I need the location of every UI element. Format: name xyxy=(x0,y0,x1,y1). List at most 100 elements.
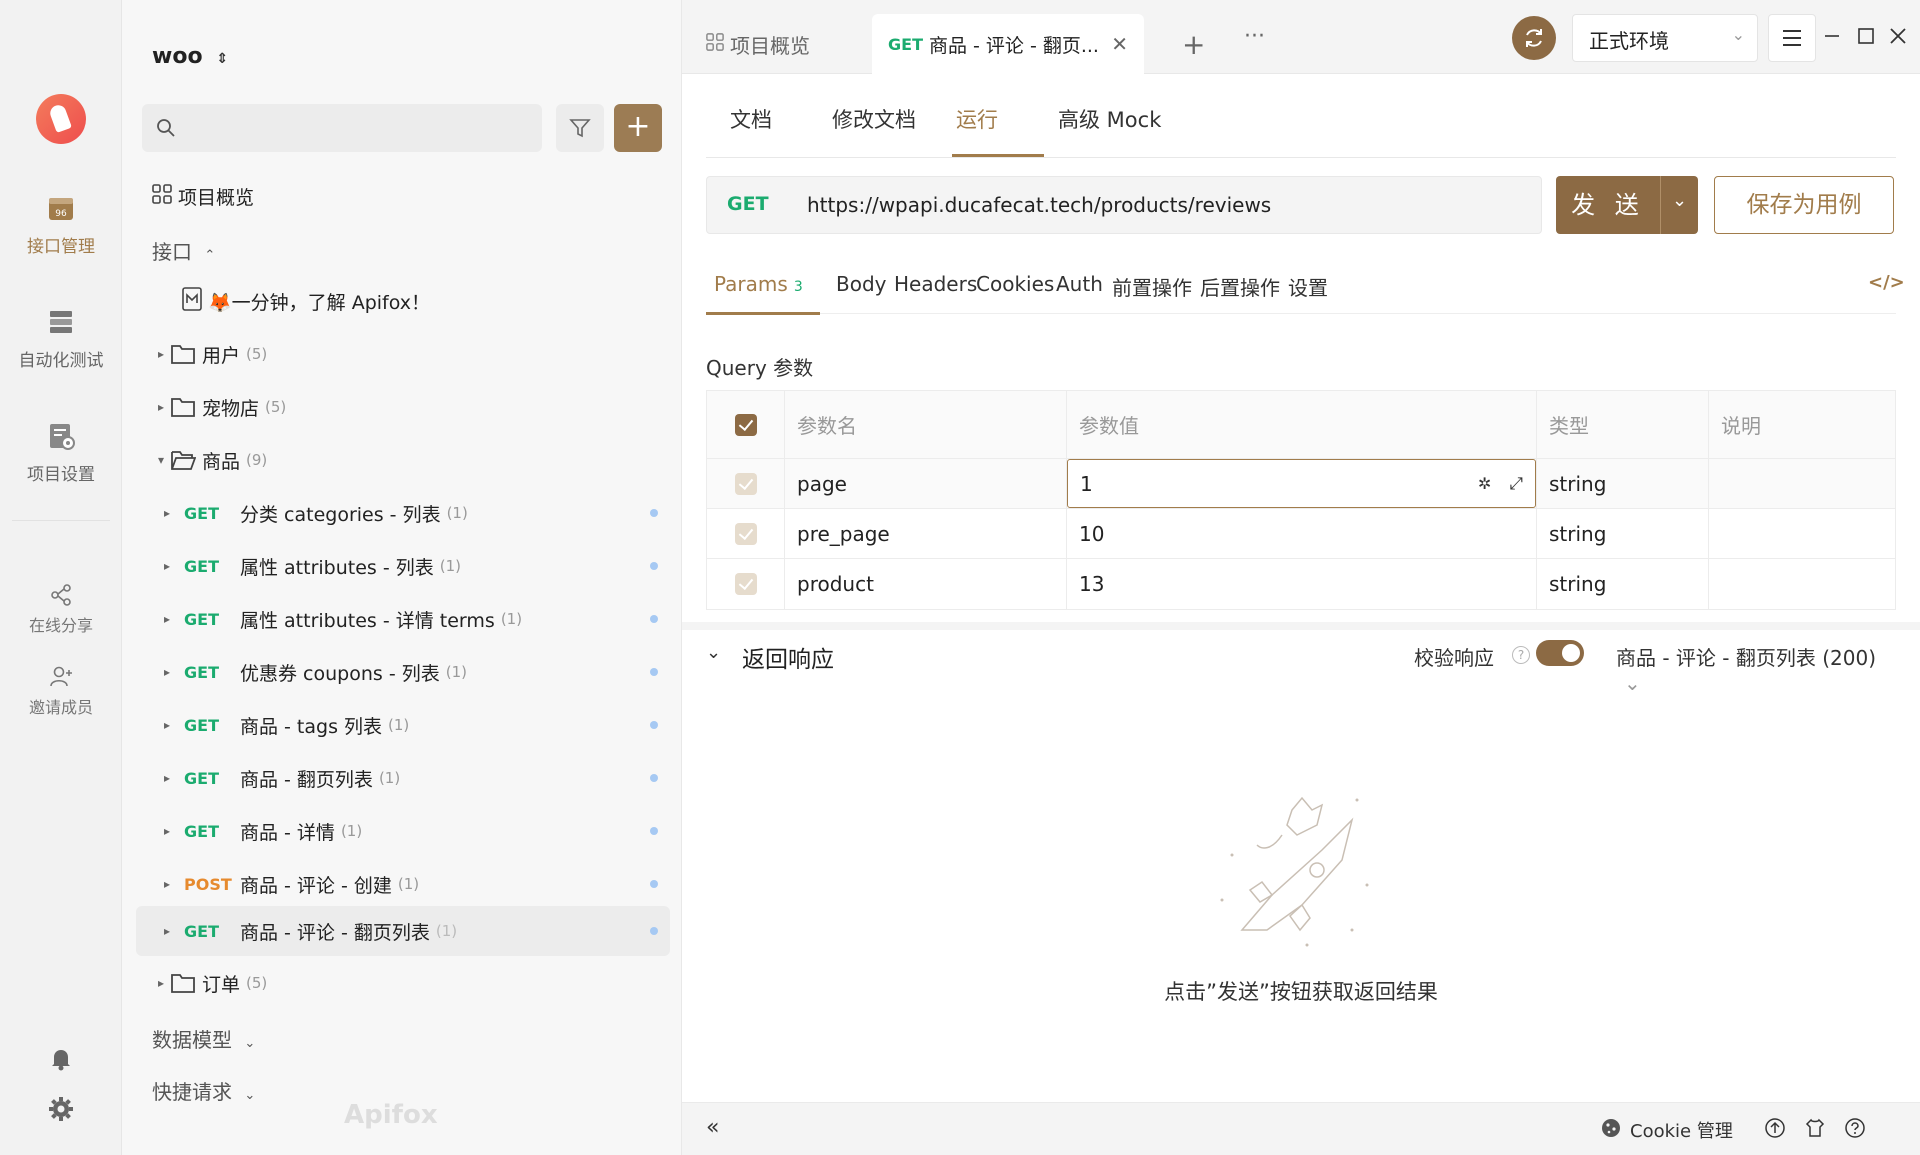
param-name-cell[interactable]: page xyxy=(785,459,1067,508)
more-tabs-button[interactable]: ··· xyxy=(1244,24,1265,49)
ellipsis-icon: ··· xyxy=(1244,24,1265,49)
tab-active-endpoint[interactable]: GET 商品 - 评论 - 翻页... ✕ xyxy=(872,14,1144,74)
save-as-case-button[interactable]: 保存为用例 xyxy=(1714,176,1894,234)
quick-request-section[interactable]: 快捷请求 ⌄ xyxy=(152,1076,255,1105)
tree-endpoint[interactable]: ▸ GET 属性 attributes - 列表 (1) xyxy=(136,542,670,590)
search-input[interactable] xyxy=(142,104,542,152)
chevron-down-icon[interactable]: ⌄ xyxy=(706,642,721,663)
rail-item-automated-testing[interactable]: 自动化测试 xyxy=(0,306,122,371)
param-value-input[interactable]: 1 ✲ ⤢ xyxy=(1067,459,1536,508)
tree-folder-products[interactable]: ▾ 商品 (9) xyxy=(152,436,686,484)
param-desc-cell[interactable] xyxy=(1709,459,1895,508)
upload-icon[interactable] xyxy=(1764,1117,1786,1143)
row-checkbox[interactable] xyxy=(734,472,757,495)
new-tab-button[interactable]: + xyxy=(1182,28,1205,61)
rail-item-project-settings[interactable]: 项目设置 xyxy=(0,420,122,485)
tree-item-overview[interactable]: 项目概览 xyxy=(152,172,686,220)
row-checkbox[interactable] xyxy=(734,522,757,545)
environment-select[interactable]: 正式环境 ⌄ xyxy=(1572,14,1758,62)
cookie-manager-button[interactable]: Cookie 管理 xyxy=(1630,1117,1733,1143)
select-all-checkbox[interactable] xyxy=(734,413,757,436)
tab-post-processors[interactable]: 后置操作 xyxy=(1200,272,1280,301)
tree-endpoint[interactable]: ▸ GET 商品 - tags 列表 (1) xyxy=(136,701,670,749)
share-online-button[interactable]: 在线分享 xyxy=(0,582,122,636)
url-input[interactable]: https://wpapi.ducafecat.tech/products/re… xyxy=(807,193,1271,217)
help-circle-icon[interactable] xyxy=(1844,1117,1866,1143)
tree-endpoint[interactable]: ▸ GET 商品 - 翻页列表 (1) xyxy=(136,754,670,802)
tab-edit-doc[interactable]: 修改文档 xyxy=(832,104,916,134)
section-label: 接口 xyxy=(152,240,192,264)
tab-doc[interactable]: 文档 xyxy=(730,104,772,134)
tab-pre-processors[interactable]: 前置操作 xyxy=(1112,272,1192,301)
rail-item-api-management[interactable]: 96 接口管理 xyxy=(0,192,122,257)
close-icon[interactable]: ✕ xyxy=(1111,32,1128,56)
api-section-header[interactable]: 接口 ⌃ xyxy=(152,236,215,265)
shirt-icon[interactable] xyxy=(1804,1117,1826,1143)
tree-endpoint[interactable]: ▸ GET 商品 - 详情 (1) xyxy=(136,807,670,855)
param-type-cell[interactable]: string xyxy=(1537,559,1709,609)
invite-member-button[interactable]: 邀请成员 xyxy=(0,664,122,718)
verify-response-toggle[interactable] xyxy=(1536,640,1584,666)
param-name-cell[interactable]: product xyxy=(785,559,1067,609)
endpoint-name: 商品 - tags 列表 xyxy=(240,715,383,738)
tree-endpoint-selected[interactable]: ▸ GET 商品 - 评论 - 翻页列表 (1) xyxy=(136,906,670,956)
endpoint-count: (1) xyxy=(435,922,458,940)
endpoint-name: 商品 - 评论 - 创建 xyxy=(240,874,392,897)
query-params-title: Query 参数 xyxy=(706,356,814,380)
tab-advanced-mock[interactable]: 高级 Mock xyxy=(1058,104,1161,134)
response-case-select[interactable]: 商品 - 评论 - 翻页列表 (200) ⌄ xyxy=(1616,642,1896,695)
tree-item-intro[interactable]: 🦊一分钟，了解 Apifox！ xyxy=(182,277,716,325)
tab-project-overview[interactable]: 项目概览 xyxy=(690,14,826,74)
tree-endpoint[interactable]: ▸ GET 属性 attributes - 详情 terms (1) xyxy=(136,595,670,643)
send-button[interactable]: 发 送 xyxy=(1556,176,1660,234)
tab-auth[interactable]: Auth xyxy=(1056,272,1103,296)
tab-settings[interactable]: 设置 xyxy=(1288,272,1328,301)
tree-endpoint[interactable]: ▸ POST 商品 - 评论 - 创建 (1) xyxy=(136,860,670,908)
tree-folder-petstore[interactable]: ▸ 宠物店 (5) xyxy=(152,383,686,431)
row-checkbox[interactable] xyxy=(734,573,757,595)
request-method-select[interactable]: GET xyxy=(727,193,769,215)
project-switcher[interactable]: woo ⇕ xyxy=(152,44,228,69)
maximize-button[interactable] xyxy=(1854,24,1878,48)
tree-folder-users[interactable]: ▸ 用户 (5) xyxy=(152,330,686,378)
tab-label: 项目概览 xyxy=(730,33,810,58)
panel-divider[interactable] xyxy=(682,622,1920,630)
menu-button[interactable] xyxy=(1768,14,1816,62)
filter-button[interactable] xyxy=(556,104,604,152)
param-value-cell[interactable]: 10 xyxy=(1067,509,1537,558)
bell-icon[interactable] xyxy=(48,1046,74,1072)
tab-headers[interactable]: Headers xyxy=(894,272,977,296)
caret-right-icon: ▸ xyxy=(157,976,165,990)
tree-endpoint[interactable]: ▸ GET 分类 categories - 列表 (1) xyxy=(136,489,670,537)
help-icon[interactable]: ? xyxy=(1512,646,1530,664)
chevron-down-icon: ⌄ xyxy=(1672,190,1688,211)
param-value-cell[interactable]: 13 xyxy=(1067,559,1537,609)
sync-button[interactable] xyxy=(1512,16,1556,60)
tab-cookies[interactable]: Cookies xyxy=(976,272,1054,296)
window-close-button[interactable] xyxy=(1886,24,1910,48)
code-icon[interactable]: </> xyxy=(1868,272,1905,293)
hamburger-icon xyxy=(1782,29,1802,51)
tab-method: GET xyxy=(888,34,923,54)
tree-folder-orders[interactable]: ▸ 订单 (5) xyxy=(152,959,686,1007)
tree-endpoint[interactable]: ▸ GET 优惠券 coupons - 列表 (1) xyxy=(136,648,670,696)
param-type-cell[interactable]: string xyxy=(1537,459,1709,508)
param-name-cell[interactable]: pre_page xyxy=(785,509,1067,558)
param-desc-cell[interactable] xyxy=(1709,509,1895,558)
expand-icon[interactable]: ⤢ xyxy=(1509,474,1523,494)
param-desc-cell[interactable] xyxy=(1709,559,1895,609)
magic-wand-icon[interactable]: ✲ xyxy=(1478,474,1491,493)
data-model-section[interactable]: 数据模型 ⌄ xyxy=(152,1024,255,1053)
method-badge: GET xyxy=(184,921,219,941)
tab-body[interactable]: Body xyxy=(836,272,887,296)
url-bar[interactable]: GET https://wpapi.ducafecat.tech/product… xyxy=(706,176,1542,234)
send-options-button[interactable]: ⌄ xyxy=(1660,176,1698,234)
gear-icon[interactable] xyxy=(48,1096,74,1122)
add-button[interactable]: + xyxy=(614,104,662,152)
tab-run[interactable]: 运行 xyxy=(956,104,998,134)
tab-params[interactable]: Params 3 xyxy=(714,272,803,296)
share-label: 在线分享 xyxy=(28,616,93,635)
param-type-cell[interactable]: string xyxy=(1537,509,1709,558)
minimize-button[interactable] xyxy=(1820,24,1844,48)
collapse-sidebar-icon[interactable]: « xyxy=(706,1115,719,1140)
